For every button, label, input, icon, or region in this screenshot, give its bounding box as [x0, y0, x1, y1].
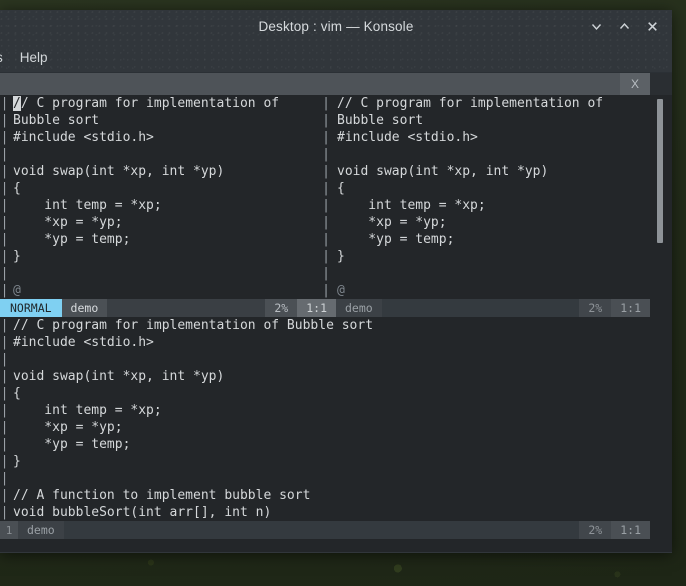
code-line-0-rest: / C program for implementation of	[20, 96, 280, 111]
code-line-7: *xp = *yp;	[337, 215, 447, 230]
window-title: Desktop : vim — Konsole	[258, 19, 414, 34]
statusline-filename: demo	[18, 521, 64, 539]
code-line-7: *xp = *yp;	[13, 215, 123, 230]
tabbar: X	[0, 73, 672, 95]
tabbar-right-padding	[650, 73, 672, 95]
code-line-7: *yp = temp;	[13, 437, 131, 452]
maximize-icon	[619, 22, 629, 29]
vim-pane-top-right[interactable]: // C program for implementation of Bubbl…	[333, 95, 643, 299]
maximize-button[interactable]	[611, 15, 637, 39]
menu-item-help[interactable]: Help	[9, 43, 59, 72]
vim-pane-top-left[interactable]: // C program for implementation of Bubbl…	[9, 95, 319, 299]
code-line-6: *xp = *yp;	[13, 420, 123, 435]
code-line-8: *yp = temp;	[337, 232, 455, 247]
vim-pane-top-right-code: // C program for implementation of Bubbl…	[333, 95, 643, 299]
terminal-area: | | | | | | | | | | | | // C program for…	[0, 95, 672, 552]
vim-bottom-row: | | | | | | | | | | | | // C program for…	[0, 317, 650, 521]
minimize-icon	[591, 24, 601, 31]
vim-pane-bottom-code: // C program for implementation of Bubbl…	[9, 317, 650, 521]
code-line-3: void swap(int *xp, int *yp)	[13, 369, 225, 384]
statusline-filename: demo	[61, 299, 108, 317]
menu-item-settings-clipped[interactable]: s	[0, 43, 9, 72]
window-titlebar: Desktop : vim — Konsole	[0, 10, 672, 43]
code-line-1: Bubble sort	[13, 113, 100, 128]
vim-empty-line-marker: @	[13, 283, 21, 298]
code-line-1: #include <stdio.h>	[13, 335, 154, 350]
vim-empty-line-marker: @	[337, 283, 345, 298]
statusline-filler	[107, 299, 266, 317]
code-line-8: *yp = temp;	[13, 232, 131, 247]
code-line-9: }	[337, 249, 345, 264]
terminal-scrollbar-thumb[interactable]	[657, 99, 663, 243]
statusline-top-left[interactable]: NORMAL demo 2% 1:1	[0, 299, 336, 317]
vim-pane-top-left-code: // C program for implementation of Bubbl…	[9, 95, 319, 299]
terminal-content[interactable]: | | | | | | | | | | | | // C program for…	[0, 95, 650, 552]
vim-left-edge-split-marker: | | | | | | | | | | | |	[0, 96, 9, 298]
code-line-10: // A function to implement bubble sort	[13, 488, 311, 503]
statusline-position: 1:1	[611, 299, 650, 317]
code-line-8: }	[13, 454, 21, 469]
tab-strip[interactable]	[0, 73, 620, 95]
vim-top-row: | | | | | | | | | | | | // C program for…	[0, 95, 650, 299]
code-line-0: // C program for implementation of Bubbl…	[13, 318, 374, 333]
vim-cursor: /	[13, 96, 21, 111]
statusline-percent: 2%	[265, 299, 298, 317]
code-line-2: #include <stdio.h>	[13, 130, 154, 145]
statusline-filename: demo	[336, 299, 382, 317]
statusline-filler	[381, 299, 580, 317]
statusline-filler	[63, 521, 580, 539]
window-controls	[583, 10, 665, 43]
statusline-mode: NORMAL	[0, 299, 62, 317]
code-line-11: void bubbleSort(int arr[], int n)	[13, 505, 272, 520]
code-line-9: }	[13, 249, 21, 264]
statusline-edge-marker: 1	[0, 521, 18, 539]
code-line-5: int temp = *xp;	[13, 403, 162, 418]
code-line-0: // C program for implementation of	[337, 96, 604, 111]
terminal-scrollbar[interactable]	[650, 95, 672, 552]
vim-left-edge-split-marker: | | | | | | | | | | | |	[0, 318, 9, 520]
statusline-percent: 2%	[579, 521, 612, 539]
close-icon	[647, 22, 657, 31]
code-line-6: int temp = *xp;	[337, 198, 486, 213]
menubar: s Help	[0, 43, 672, 73]
vim-vertical-split-divider[interactable]: | | | | | | | | | | | |	[319, 95, 333, 299]
code-line-5: {	[13, 181, 21, 196]
code-line-6: int temp = *xp;	[13, 198, 162, 213]
vim-pane-bottom[interactable]: // C program for implementation of Bubbl…	[9, 317, 650, 521]
statusline-percent: 2%	[579, 299, 612, 317]
statusline-bottom[interactable]: 1 demo 2% 1:1	[0, 521, 650, 539]
statusline-position: 1:1	[611, 521, 650, 539]
vim-top-statuslines: NORMAL demo 2% 1:1 demo 2% 1:1	[0, 299, 650, 317]
code-line-5: {	[337, 181, 345, 196]
statusline-top-right[interactable]: demo 2% 1:1	[336, 299, 650, 317]
statusline-position: 1:1	[297, 299, 336, 317]
minimize-button[interactable]	[583, 15, 609, 39]
konsole-window: Desktop : vim — Konsole s Help	[0, 10, 672, 553]
code-line-4: void swap(int *xp, int *yp)	[13, 164, 225, 179]
code-line-2: #include <stdio.h>	[337, 130, 478, 145]
close-button[interactable]	[639, 15, 665, 39]
code-line-1: Bubble sort	[337, 113, 424, 128]
tab-close-button[interactable]: X	[620, 73, 650, 95]
code-line-4: void swap(int *xp, int *yp)	[337, 164, 549, 179]
code-line-4: {	[13, 386, 21, 401]
